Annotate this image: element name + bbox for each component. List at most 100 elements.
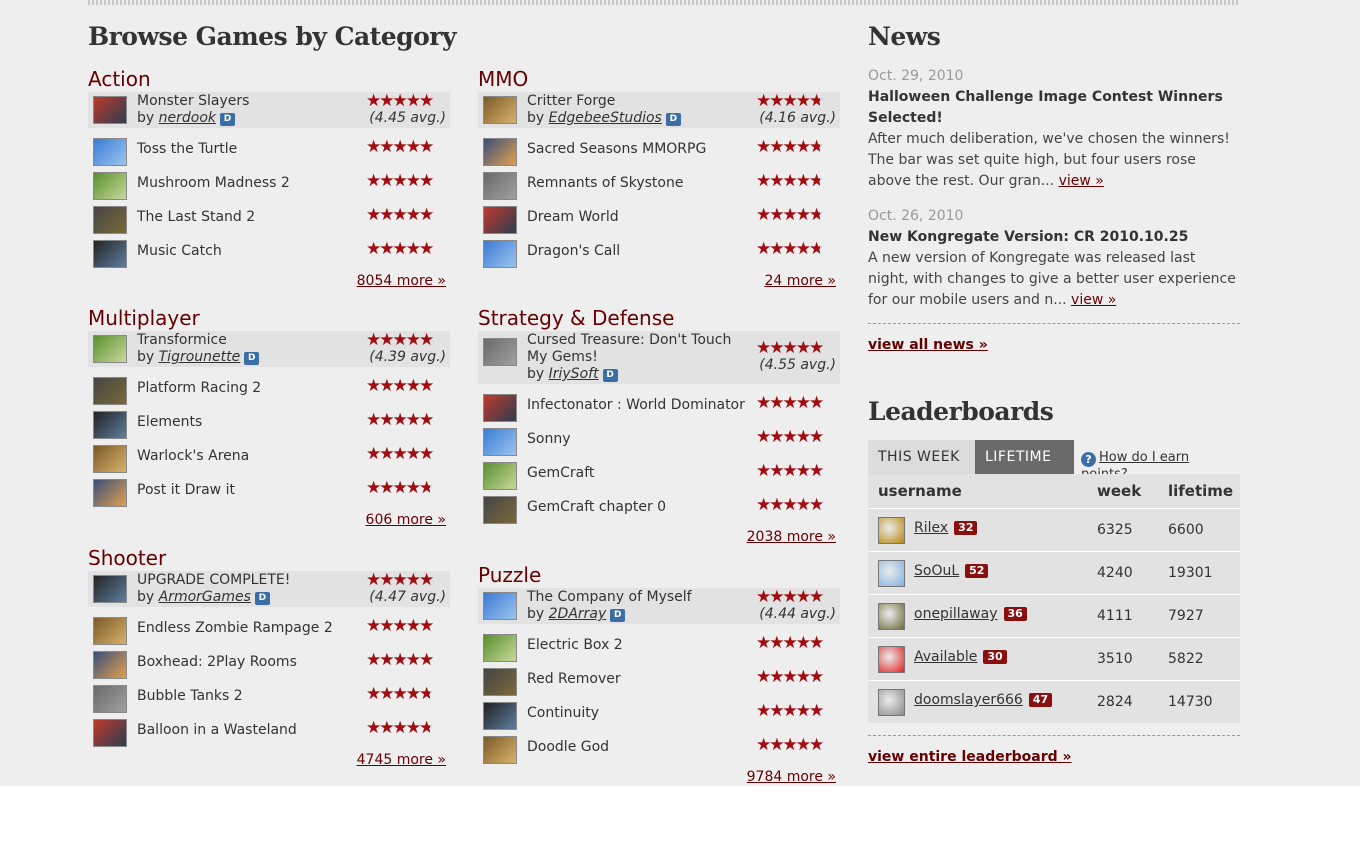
avatar[interactable]	[878, 517, 905, 544]
game-row[interactable]: Bubble Tanks 2 ★★★★★ ★★★★★	[88, 681, 450, 715]
game-name[interactable]: Endless Zombie Rampage 2	[137, 620, 333, 636]
more-games-link[interactable]: 24 more »	[764, 273, 836, 289]
author-link[interactable]: Tigrounette	[159, 349, 241, 365]
game-thumbnail[interactable]	[483, 206, 517, 234]
game-thumbnail[interactable]	[483, 172, 517, 200]
game-thumbnail[interactable]	[483, 736, 517, 764]
more-games-link[interactable]: 606 more »	[366, 512, 446, 528]
game-thumbnail[interactable]	[483, 240, 517, 268]
more-games-link[interactable]: 9784 more »	[747, 769, 836, 785]
game-thumbnail[interactable]	[93, 719, 127, 747]
game-thumbnail[interactable]	[93, 651, 127, 679]
game-row[interactable]: Toss the Turtle ★★★★★ ★★★★★	[88, 134, 450, 168]
game-name[interactable]: Cursed Treasure: Don't Touch My Gems!	[527, 332, 737, 366]
game-name[interactable]: Elements	[137, 414, 202, 430]
game-row[interactable]: Dream World ★★★★★ ★★★★★	[478, 202, 840, 236]
game-row[interactable]: Sonny ★★★★★ ★★★★★	[478, 424, 840, 458]
game-thumbnail[interactable]	[93, 617, 127, 645]
game-name[interactable]: UPGRADE COMPLETE!	[137, 572, 290, 588]
featured-game[interactable]: Monster Slayers by nerdook D ★★★★★ ★★★★★ (4.4…	[88, 92, 450, 128]
game-thumbnail[interactable]	[483, 496, 517, 524]
game-name[interactable]: Red Remover	[527, 671, 621, 687]
game-name[interactable]: GemCraft chapter 0	[527, 499, 666, 515]
game-row[interactable]: GemCraft chapter 0 ★★★★★ ★★★★★	[478, 492, 840, 526]
username-link[interactable]: onepillaway	[914, 606, 998, 622]
author-link[interactable]: IriySoft	[549, 366, 599, 382]
game-thumbnail[interactable]	[483, 634, 517, 662]
game-thumbnail[interactable]	[483, 592, 517, 620]
game-name[interactable]: The Company of Myself	[527, 589, 692, 605]
category-title[interactable]: Puzzle	[478, 562, 840, 588]
game-name[interactable]: Warlock's Arena	[137, 448, 249, 464]
game-thumbnail[interactable]	[483, 394, 517, 422]
game-thumbnail[interactable]	[483, 668, 517, 696]
game-name[interactable]: The Last Stand 2	[137, 209, 255, 225]
game-row[interactable]: Infectonator : World Dominator ★★★★★ ★★★★★	[478, 390, 840, 424]
game-row[interactable]: Elements ★★★★★ ★★★★★	[88, 407, 450, 441]
game-row[interactable]: Remnants of Skystone ★★★★★ ★★★★★	[478, 168, 840, 202]
category-title[interactable]: Action	[88, 66, 450, 92]
game-row[interactable]: Mushroom Madness 2 ★★★★★ ★★★★★	[88, 168, 450, 202]
game-thumbnail[interactable]	[93, 172, 127, 200]
featured-game[interactable]: The Company of Myself by 2DArray D ★★★★★ ★★★…	[478, 588, 840, 624]
game-name[interactable]: Balloon in a Wasteland	[137, 722, 297, 738]
game-name[interactable]: Doodle God	[527, 739, 609, 755]
username-link[interactable]: SoOuL	[914, 563, 959, 579]
help-icon[interactable]: ?	[1081, 452, 1096, 467]
game-name[interactable]: Boxhead: 2Play Rooms	[137, 654, 297, 670]
game-name[interactable]: Dream World	[527, 209, 619, 225]
more-games-link[interactable]: 8054 more »	[357, 273, 446, 289]
view-all-news-link[interactable]: view all news »	[868, 337, 988, 353]
game-name[interactable]: Toss the Turtle	[137, 141, 237, 157]
game-thumbnail[interactable]	[483, 138, 517, 166]
avatar[interactable]	[878, 603, 905, 630]
featured-game[interactable]: Transformice by Tigrounette D ★★★★★ ★★★★★ (4.…	[88, 331, 450, 367]
more-games-link[interactable]: 4745 more »	[357, 752, 446, 768]
featured-game[interactable]: Cursed Treasure: Don't Touch My Gems! by …	[478, 331, 840, 384]
game-thumbnail[interactable]	[93, 445, 127, 473]
game-name[interactable]: Electric Box 2	[527, 637, 623, 653]
game-name[interactable]: Dragon's Call	[527, 243, 620, 259]
more-games-link[interactable]: 2038 more »	[747, 529, 836, 545]
game-row[interactable]: GemCraft ★★★★★ ★★★★★	[478, 458, 840, 492]
news-headline[interactable]: New Kongregate Version: CR 2010.10.25	[868, 227, 1240, 248]
game-thumbnail[interactable]	[483, 338, 517, 366]
game-thumbnail[interactable]	[93, 685, 127, 713]
avatar[interactable]	[878, 646, 905, 673]
category-title[interactable]: Shooter	[88, 545, 450, 571]
category-title[interactable]: MMO	[478, 66, 840, 92]
game-row[interactable]: Sacred Seasons MMORPG ★★★★★ ★★★★★	[478, 134, 840, 168]
game-row[interactable]: Warlock's Arena ★★★★★ ★★★★★	[88, 441, 450, 475]
game-name[interactable]: GemCraft	[527, 465, 594, 481]
game-row[interactable]: Red Remover ★★★★★ ★★★★★	[478, 664, 840, 698]
game-thumbnail[interactable]	[93, 575, 127, 603]
game-name[interactable]: Remnants of Skystone	[527, 175, 683, 191]
avatar[interactable]	[878, 560, 905, 587]
game-thumbnail[interactable]	[93, 96, 127, 124]
game-thumbnail[interactable]	[93, 240, 127, 268]
game-thumbnail[interactable]	[93, 138, 127, 166]
game-thumbnail[interactable]	[93, 377, 127, 405]
category-title[interactable]: Strategy & Defense	[478, 305, 840, 331]
news-view-link[interactable]: view »	[1071, 292, 1116, 308]
game-thumbnail[interactable]	[483, 462, 517, 490]
game-row[interactable]: Post it Draw it ★★★★★ ★★★★★	[88, 475, 450, 509]
category-title[interactable]: Multiplayer	[88, 305, 450, 331]
game-row[interactable]: Balloon in a Wasteland ★★★★★ ★★★★★	[88, 715, 450, 749]
game-name[interactable]: Infectonator : World Dominator	[527, 397, 745, 413]
news-headline[interactable]: Halloween Challenge Image Contest Winner…	[868, 87, 1240, 129]
game-name[interactable]: Sacred Seasons MMORPG	[527, 141, 706, 157]
game-row[interactable]: Platform Racing 2 ★★★★★ ★★★★★	[88, 373, 450, 407]
game-name[interactable]: Post it Draw it	[137, 482, 235, 498]
game-row[interactable]: Dragon's Call ★★★★★ ★★★★★	[478, 236, 840, 270]
game-thumbnail[interactable]	[93, 206, 127, 234]
game-name[interactable]: Bubble Tanks 2	[137, 688, 243, 704]
game-row[interactable]: Continuity ★★★★★ ★★★★★	[478, 698, 840, 732]
username-link[interactable]: doomslayer666	[914, 692, 1023, 708]
game-name[interactable]: Monster Slayers	[137, 93, 249, 109]
author-link[interactable]: EdgebeeStudios	[549, 110, 662, 126]
author-link[interactable]: nerdook	[159, 110, 216, 126]
author-link[interactable]: ArmorGames	[159, 589, 251, 605]
game-row[interactable]: Endless Zombie Rampage 2 ★★★★★ ★★★★★	[88, 613, 450, 647]
game-row[interactable]: Music Catch ★★★★★ ★★★★★	[88, 236, 450, 270]
